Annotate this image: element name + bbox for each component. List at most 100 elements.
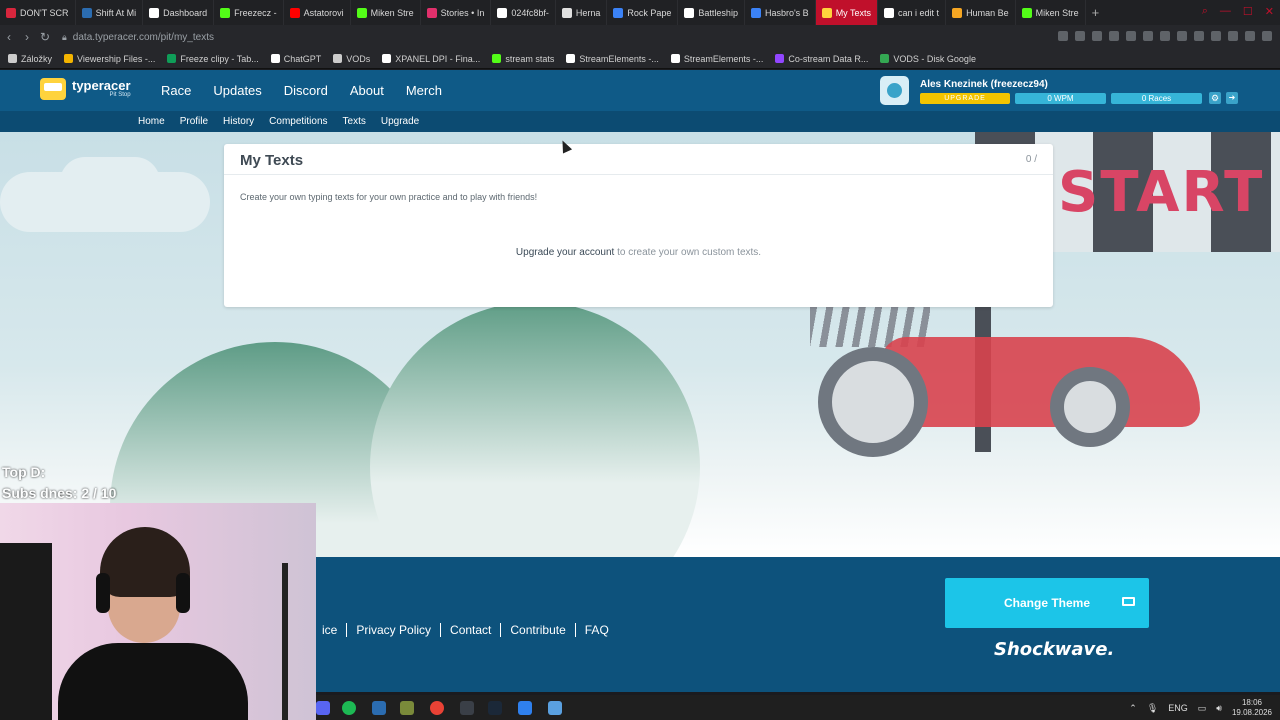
extension-icon[interactable] xyxy=(1228,31,1238,41)
username[interactable]: Ales Knezinek (freezecz94) xyxy=(920,79,1048,90)
bookmark-item[interactable]: Freeze clipy - Tab... xyxy=(167,54,259,64)
browser-tab[interactable]: can i edit t xyxy=(878,0,947,25)
browser-tab[interactable]: Dashboard xyxy=(143,0,215,25)
tab-favicon-icon xyxy=(149,7,160,18)
forward-icon[interactable]: › xyxy=(18,30,36,44)
nav-discord[interactable]: Discord xyxy=(284,83,328,98)
subnav-profile[interactable]: Profile xyxy=(180,116,208,127)
subnav-history[interactable]: History xyxy=(223,116,254,127)
subnav-upgrade[interactable]: Upgrade xyxy=(381,116,419,127)
footer-link-faq[interactable]: FAQ xyxy=(576,623,618,637)
nav-about[interactable]: About xyxy=(350,83,384,98)
extension-icon[interactable] xyxy=(1177,31,1187,41)
browser-tab[interactable]: Rock Pape xyxy=(607,0,679,25)
browser-tab[interactable]: Herna xyxy=(556,0,608,25)
footer-link-notice[interactable]: ice xyxy=(313,623,348,637)
subnav-competitions[interactable]: Competitions xyxy=(269,116,327,127)
upgrade-badge[interactable]: UPGRADE xyxy=(920,93,1010,104)
bookmark-item[interactable]: Co-stream Data R... xyxy=(775,54,868,64)
tab-label: Shift At Mi xyxy=(95,7,137,18)
system-tray: ⌃ 🎙︎ ENG ▭ 🔊︎ 18:06 19.08.2026 xyxy=(1129,698,1272,718)
app-icon[interactable] xyxy=(518,701,532,715)
bookmark-item[interactable]: VODS - Disk Google xyxy=(880,54,976,64)
app-icon[interactable] xyxy=(400,701,414,715)
volume-icon[interactable]: 🔊︎ xyxy=(1216,703,1222,714)
browser-tab[interactable]: Miken Stre xyxy=(1016,0,1086,25)
tab-label: Battleship xyxy=(698,7,738,18)
browser-tab[interactable]: Human Be xyxy=(946,0,1016,25)
browser-tab[interactable]: Shift At Mi xyxy=(76,0,144,25)
tab-favicon-icon xyxy=(884,7,895,18)
extension-icon[interactable] xyxy=(1160,31,1170,41)
change-theme-button[interactable]: Change Theme xyxy=(945,578,1149,628)
reload-icon[interactable]: ↻ xyxy=(36,30,54,44)
extension-icon[interactable] xyxy=(1092,31,1102,41)
bookmark-item[interactable]: XPANEL DPI - Fina... xyxy=(382,54,480,64)
extension-icon[interactable] xyxy=(1194,31,1204,41)
maximize-icon[interactable]: ☐ xyxy=(1243,5,1253,18)
logout-icon[interactable]: ➜ xyxy=(1226,92,1238,104)
extension-icon[interactable] xyxy=(1143,31,1153,41)
bookmark-item[interactable]: Záložky xyxy=(8,54,52,64)
bookmark-item[interactable]: Viewership Files -... xyxy=(64,54,155,64)
tab-label: My Texts xyxy=(835,7,872,18)
bookmark-item[interactable]: stream stats xyxy=(492,54,554,64)
language-indicator[interactable]: ENG xyxy=(1168,703,1188,713)
bookmark-label: stream stats xyxy=(505,53,555,64)
browser-tab[interactable]: 024fc8bf- xyxy=(491,0,556,25)
bookmark-item[interactable]: VODs xyxy=(333,54,370,64)
notepad-icon[interactable] xyxy=(548,701,562,715)
network-icon[interactable]: ▭ xyxy=(1198,703,1207,714)
gear-icon[interactable]: ⚙ xyxy=(1209,92,1221,104)
chrome-icon[interactable] xyxy=(430,701,444,715)
bookmark-item[interactable]: ChatGPT xyxy=(270,54,321,64)
bookmark-label: StreamElements -... xyxy=(683,53,764,64)
upgrade-message-text: to create your own custom texts. xyxy=(614,247,762,258)
browser-tab[interactable]: Stories • In xyxy=(421,0,492,25)
bookmark-item[interactable]: StreamElements -... xyxy=(566,54,659,64)
browser-tab[interactable]: Hasbro's B xyxy=(745,0,816,25)
close-icon[interactable]: ✕ xyxy=(1265,5,1274,18)
extension-icon[interactable] xyxy=(1109,31,1119,41)
heart-icon[interactable] xyxy=(1126,31,1136,41)
upgrade-account-link[interactable]: Upgrade your account xyxy=(516,247,614,258)
nav-updates[interactable]: Updates xyxy=(213,83,261,98)
microphone-icon[interactable]: 🎙︎ xyxy=(1147,703,1158,714)
race-car-illustration xyxy=(810,307,1200,457)
subnav-texts[interactable]: Texts xyxy=(343,116,366,127)
avatar[interactable] xyxy=(880,76,909,105)
nav-merch[interactable]: Merch xyxy=(406,83,442,98)
url-field[interactable]: 🔒︎ data.typeracer.com/pit/my_texts xyxy=(62,32,214,43)
menu-icon[interactable] xyxy=(1262,31,1272,41)
subnav-home[interactable]: Home xyxy=(138,116,165,127)
bookmark-icon[interactable] xyxy=(1058,31,1068,41)
discord-icon[interactable] xyxy=(316,701,330,715)
spotify-icon[interactable] xyxy=(342,701,356,715)
nav-race[interactable]: Race xyxy=(161,83,191,98)
browser-tab[interactable]: Battleship xyxy=(678,0,745,25)
app-icon[interactable] xyxy=(372,701,386,715)
steam-icon[interactable] xyxy=(488,701,502,715)
new-tab-button[interactable]: + xyxy=(1086,5,1106,20)
bookmarks-bar: Záložky Viewership Files -... Freeze clipy… xyxy=(0,49,1280,69)
browser-tab[interactable]: DON'T SCR xyxy=(0,0,76,25)
footer-link-contribute[interactable]: Contribute xyxy=(501,623,576,637)
browser-tab[interactable]: Miken Stre xyxy=(351,0,421,25)
typeracer-logo[interactable]: typeracer Pit Stop xyxy=(40,78,131,100)
app-icon[interactable] xyxy=(460,701,474,715)
extension-icon[interactable] xyxy=(1075,31,1085,41)
footer-link-privacy[interactable]: Privacy Policy xyxy=(347,623,442,637)
download-icon[interactable] xyxy=(1245,31,1255,41)
extension-icon[interactable] xyxy=(1211,31,1221,41)
minimize-icon[interactable]: — xyxy=(1220,5,1231,18)
browser-tab[interactable]: My Texts xyxy=(815,0,879,25)
search-icon[interactable]: ⌕ xyxy=(1202,5,1208,18)
bookmark-item[interactable]: StreamElements -... xyxy=(670,53,764,64)
footer-link-contact[interactable]: Contact xyxy=(441,623,502,637)
chevron-up-icon[interactable]: ⌃ xyxy=(1129,703,1137,714)
back-icon[interactable]: ‹ xyxy=(0,30,18,44)
clock[interactable]: 18:06 19.08.2026 xyxy=(1232,698,1272,718)
browser-tab[interactable]: Freezecz - xyxy=(214,0,284,25)
browser-tab[interactable]: Astatorovi xyxy=(284,0,351,25)
sub-navigation: Home Profile History Competitions Texts … xyxy=(0,111,1280,132)
